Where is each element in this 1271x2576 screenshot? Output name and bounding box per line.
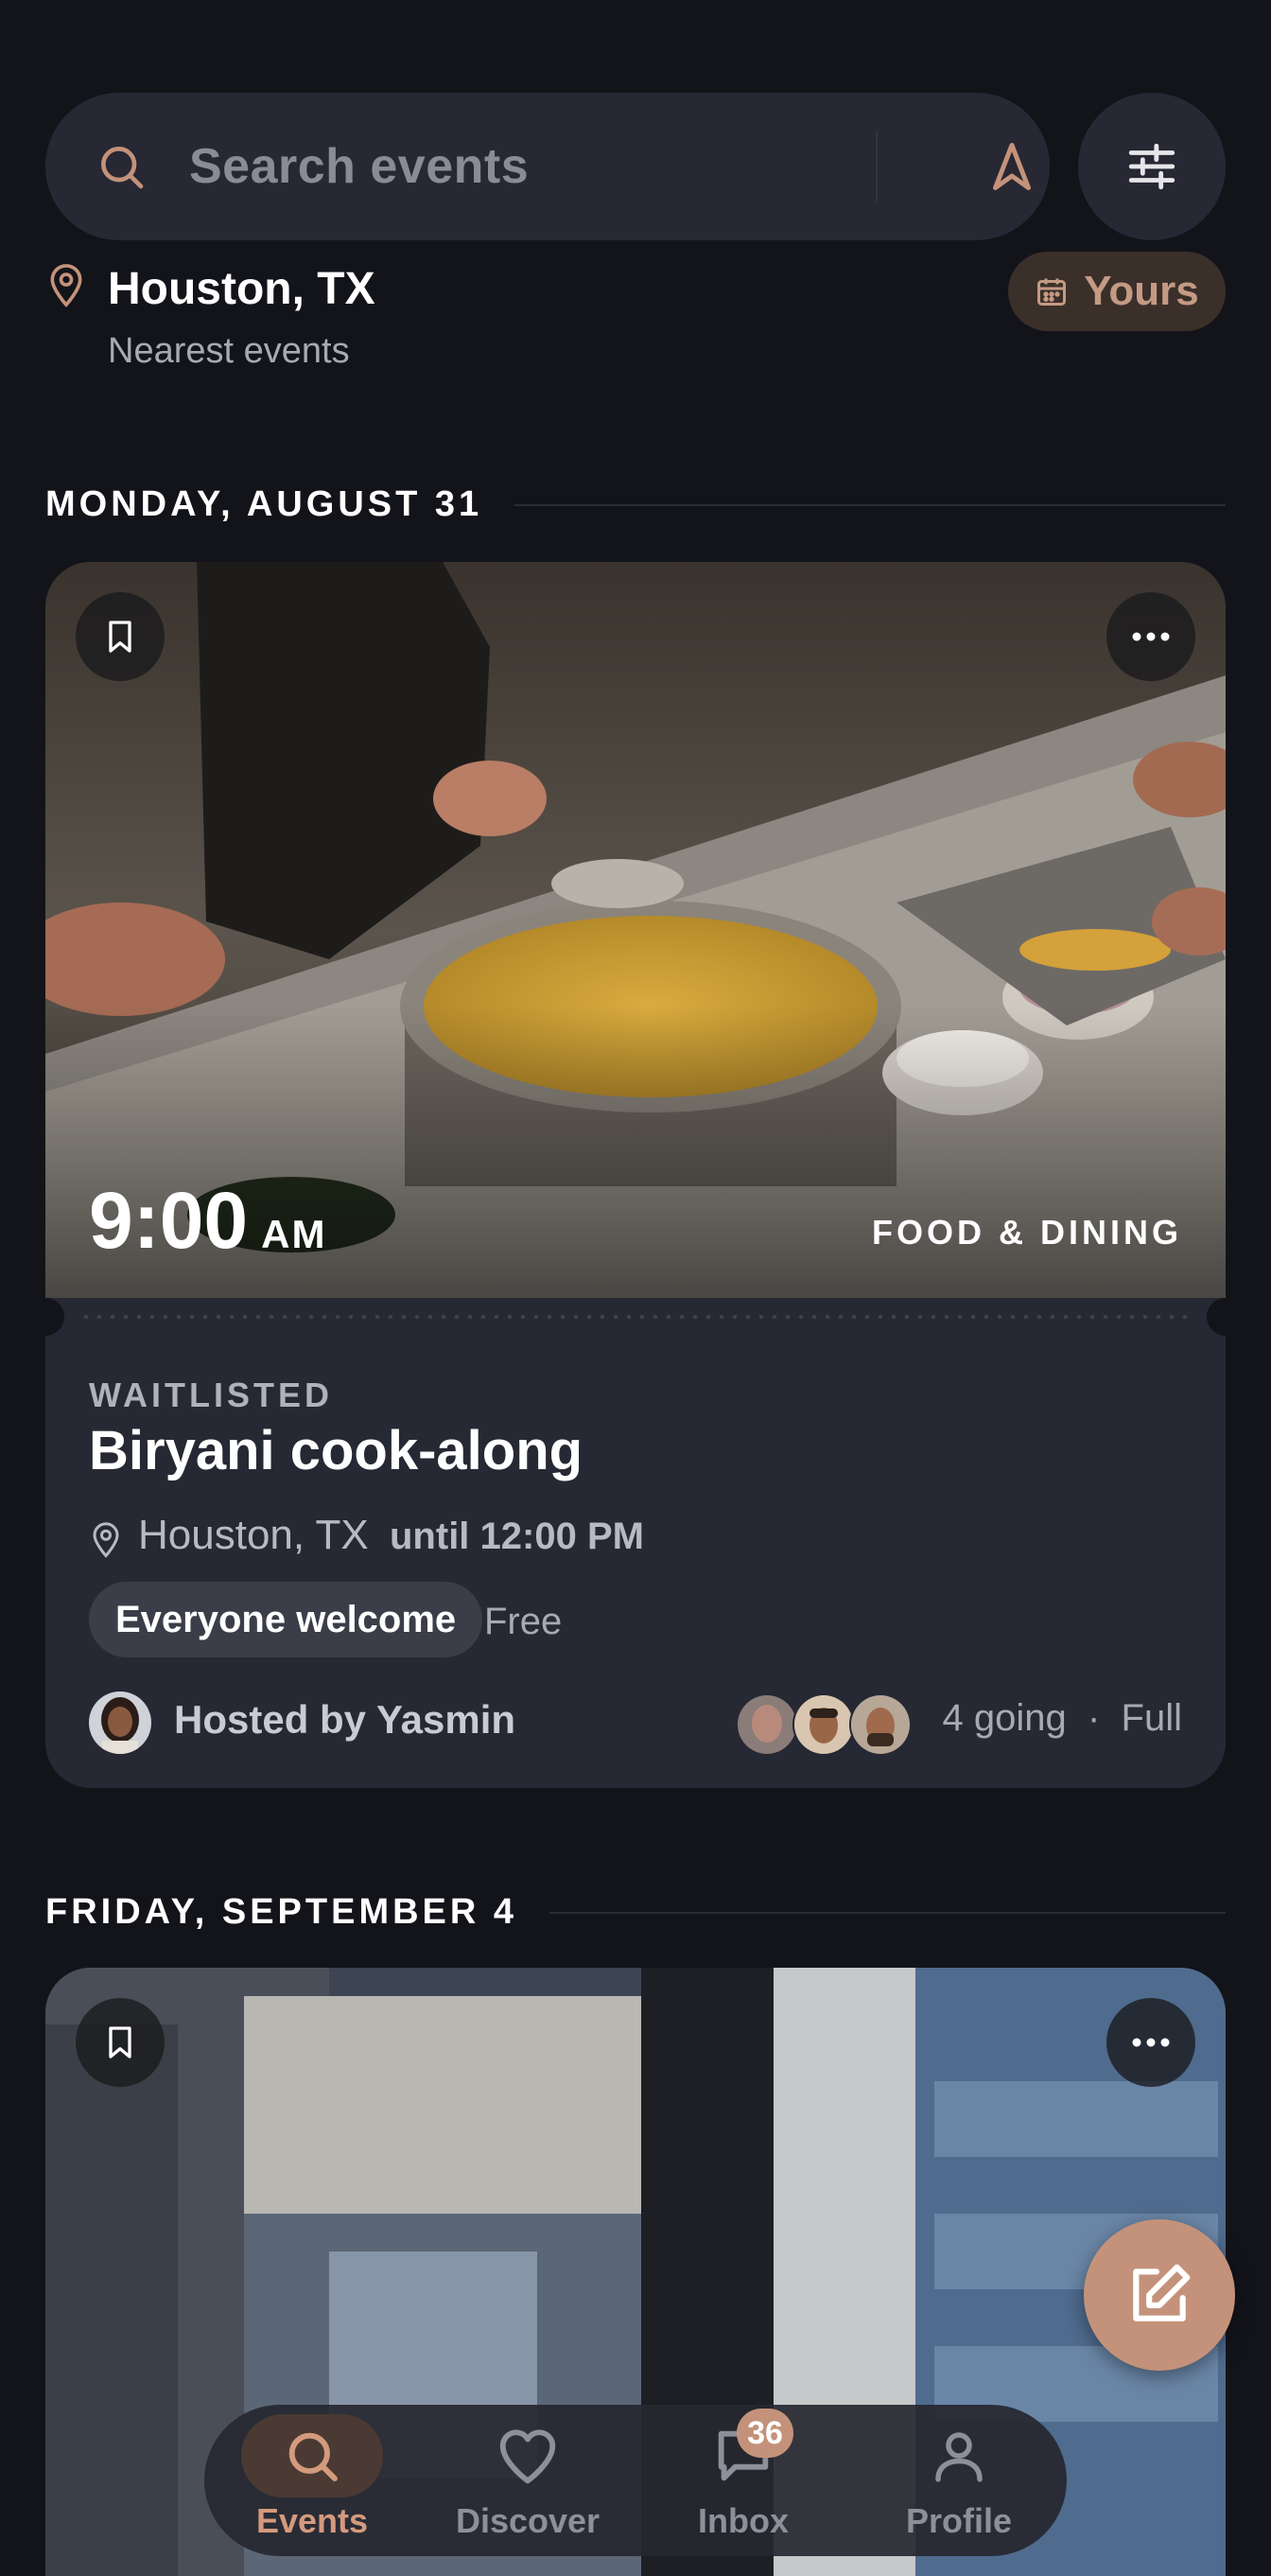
nav-icon-wrap: 36 (672, 2409, 814, 2497)
location-pin-icon (93, 1522, 119, 1558)
location-subtitle: Nearest events (108, 331, 350, 371)
event-image: 9:00 AM FOOD & DINING (45, 562, 1226, 1298)
event-title[interactable]: Biryani cook-along (89, 1419, 583, 1482)
event-time: 9:00 AM (89, 1175, 326, 1267)
audience-chip: Everyone welcome (89, 1582, 483, 1657)
search-icon (288, 2432, 338, 2481)
event-category: FOOD & DINING (872, 1213, 1182, 1252)
event-time-value: 9:00 (89, 1176, 249, 1265)
event-end-time: until 12:00 PM (390, 1516, 644, 1557)
host-avatar[interactable] (89, 1691, 151, 1754)
attendee-avatar (849, 1693, 912, 1756)
ellipsis-icon (1132, 2038, 1170, 2047)
yours-label: Yours (1084, 268, 1199, 314)
edit-icon (1133, 2264, 1191, 2322)
sliders-icon (1128, 143, 1175, 190)
date-header-rule (514, 503, 1226, 506)
event-card[interactable]: 9:00 AM FOOD & DINING WAITLISTED Biryani … (45, 562, 1226, 1788)
nav-label-discover: Discover (455, 2501, 601, 2540)
separator-dot: · (1076, 1697, 1111, 1739)
search-input[interactable]: Search events (189, 138, 529, 195)
nav-item-discover[interactable]: Discover (433, 2405, 622, 2556)
date-header-rule (549, 1911, 1226, 1914)
bottom-navigation: Events Discover 36 Inbox Profile (204, 2405, 1067, 2556)
search-bar[interactable]: Search events (45, 93, 1050, 240)
search-divider (876, 131, 878, 202)
location-pin-icon (50, 264, 82, 307)
event-time-ampm: AM (261, 1212, 327, 1256)
location-city[interactable]: Houston, TX (108, 263, 375, 315)
attendee-avatar (736, 1693, 798, 1756)
going-count: 4 going (942, 1697, 1067, 1739)
bookmark-button[interactable] (76, 592, 165, 681)
nav-icon-wrap (241, 2414, 383, 2497)
nav-icon-wrap (888, 2414, 1030, 2497)
host-label[interactable]: Hosted by Yasmin (174, 1697, 515, 1743)
event-status: WAITLISTED (89, 1376, 333, 1414)
bookmark-icon (109, 2026, 131, 2059)
date-header: FRIDAY, SEPTEMBER 4 (45, 1892, 1226, 1933)
filter-button[interactable] (1078, 93, 1226, 240)
nav-item-inbox[interactable]: 36 Inbox (649, 2405, 838, 2556)
bookmark-icon (109, 621, 131, 653)
date-header-label: MONDAY, AUGUST 31 (45, 484, 483, 524)
inbox-badge: 36 (737, 2409, 793, 2458)
yours-button[interactable]: Yours (1008, 252, 1226, 331)
compose-button[interactable] (1084, 2219, 1235, 2371)
events-page: Search events Houston, TX Nearest events… (0, 0, 1271, 2576)
search-icon (101, 147, 144, 189)
attendance-summary: 4 going · Full (943, 1697, 1182, 1740)
nav-item-events[interactable]: Events (218, 2405, 407, 2556)
ellipsis-icon (1132, 632, 1170, 641)
calendar-icon (1037, 278, 1067, 306)
bookmark-button[interactable] (76, 1998, 165, 2087)
nav-label-inbox: Inbox (698, 2501, 789, 2540)
location-arrow-icon[interactable] (984, 138, 1040, 195)
nav-label-profile: Profile (905, 2501, 1013, 2540)
nav-label-events: Events (255, 2501, 369, 2540)
event-price: Free (484, 1601, 563, 1642)
card-perforation (45, 1298, 1226, 1336)
heart-icon (499, 2429, 556, 2484)
event-location: Houston, TX until 12:00 PM (138, 1512, 644, 1559)
date-header: MONDAY, AUGUST 31 (45, 484, 1226, 525)
capacity-status: Full (1121, 1697, 1182, 1739)
more-options-button[interactable] (1106, 592, 1195, 681)
more-options-button[interactable] (1106, 1998, 1195, 2087)
date-header-label: FRIDAY, SEPTEMBER 4 (45, 1892, 518, 1932)
person-icon (935, 2432, 983, 2482)
event-location-label: Houston, TX (138, 1512, 369, 1558)
nav-item-profile[interactable]: Profile (864, 2405, 1053, 2556)
nav-icon-wrap (457, 2414, 599, 2497)
attendee-avatar (792, 1693, 855, 1756)
